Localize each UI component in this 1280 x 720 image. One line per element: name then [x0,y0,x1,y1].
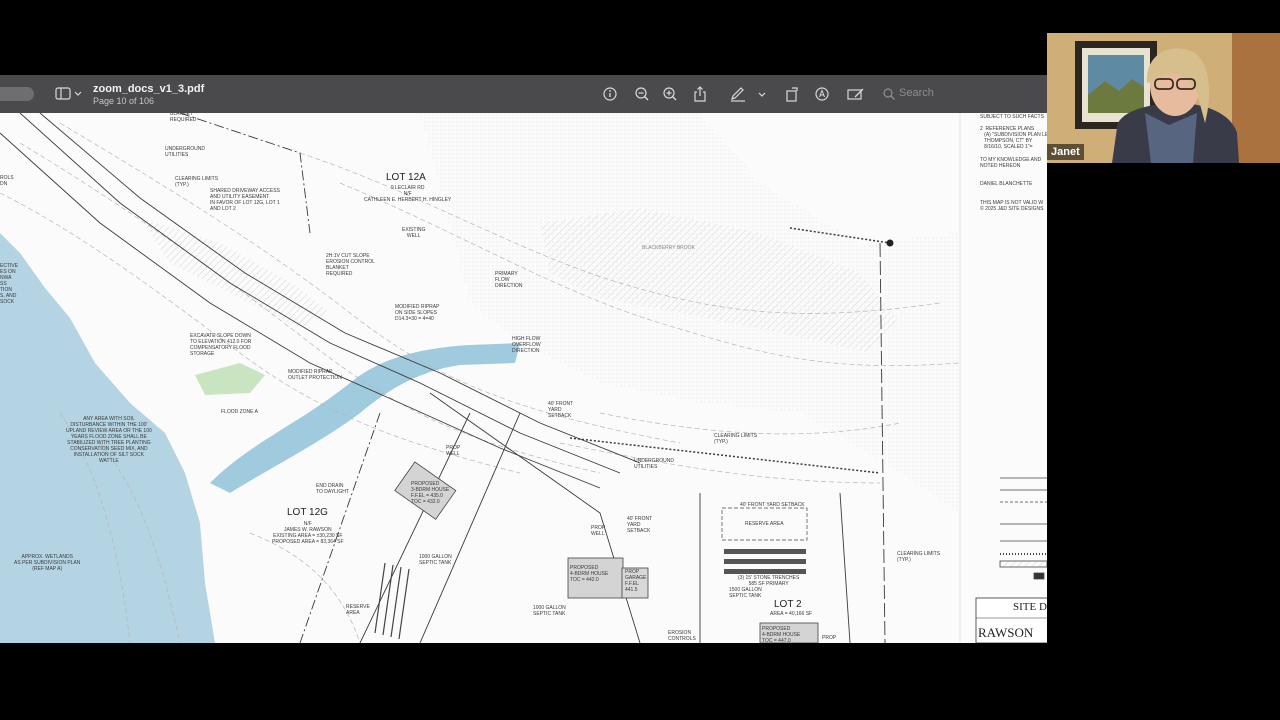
rotate-icon [786,87,798,102]
note-1500-gallon: 1500 GALLON SEPTIC TANK [729,587,762,599]
note-controls-left: ROLS DN [0,175,14,187]
note-excavate-slope: EXCAVATE SLOPE DOWN TO ELEVATION 412.0 F… [190,333,252,357]
note-prop-well-2: PROP WELL [591,525,606,537]
note-approx-wetlands: APPROX. WETLANDS AS PER SUBDIVISION PLAN… [14,554,81,572]
sidebar-icon [55,87,82,100]
annotate-icon [815,87,829,101]
note-reserve-area: RESERVE AREA [745,521,784,527]
note-prop-well: PROP WELL [446,445,461,457]
note-1000-gallon-a: 1000 GALLON SEPTIC TANK [419,554,452,566]
chevron-down-icon [758,92,766,97]
note-1000-gallon-b: 1000 GALLON SEPTIC TANK [533,605,566,617]
note-clearing-limits-1: CLEARING LIMITS (TYP.) [175,176,219,188]
title-rawson: RAWSON [978,625,1034,640]
pdf-viewer-window: zoom_docs_v1_3.pdf Page 10 of 106 Search… [0,75,1047,643]
sidebar-toggle-button[interactable] [52,84,88,104]
lot-2-label: LOT 2 [774,599,802,610]
note-modified-riprap-outlet: MODIFIED RIPRAP OUTLET PROTECTION [288,369,342,381]
note-left-edge: ECTIVE ES ON NWA SS TION S, AND SOCK [0,263,19,305]
legend-symbols [999,477,1047,580]
zoom-out-button[interactable] [632,85,652,103]
note-prop: PROP [822,635,837,641]
leaching-rows [374,562,410,640]
note-shared-driveway: SHARED DRIVEWAY ACCESS AND UTILITY EASEM… [210,188,280,212]
title-valid: THIS MAP IS NOT VALID W © 2025 J&D SITE … [980,200,1044,212]
note-front-yard-setback: 40' FRONT YARD SETBACK [740,502,805,508]
document-title-area: zoom_docs_v1_3.pdf Page 10 of 106 [93,82,204,107]
search-icon [883,88,895,100]
note-erosion-controls: EROSION CONTROLS [668,630,696,642]
title-site: SITE D [1013,601,1047,613]
preview-toolbar: zoom_docs_v1_3.pdf Page 10 of 106 Search [0,75,1047,114]
title-signer: DANIEL BLANCHETTE [980,181,1033,187]
note-underground-utilities-2: UNDERGROUND UTILITIES [634,458,674,470]
edit-form-icon [847,88,864,100]
note-prop-garage: PROP GARAGE F.F.EL 441.5 [625,569,647,593]
note-any-area: ANY AREA WITH SOIL DISTURBANCE WITHIN TH… [66,416,152,464]
note-end-drain: END DRAIN TO DAYLIGHT [316,483,349,495]
note-front-setback-40b: 40' FRONT YARD SETBACK [627,516,653,534]
note-clearing-limits-3: CLEARING LIMITS (TYP.) [897,551,941,563]
note-proposed-house-1: PROPOSED 3-BDRM HOUSE F.F.EL = 435.0 TOC… [411,481,450,505]
page-indicator: Page 10 of 106 [93,96,155,106]
note-blanket-required: BLANKET REQUIRED [170,113,197,123]
zoom-in-button[interactable] [660,85,680,103]
note-clearing-limits-2: CLEARING LIMITS (TYP.) [714,433,758,445]
info-button[interactable] [600,85,620,103]
stream-channel [210,343,520,493]
search-placeholder: Search [899,87,934,99]
search-field[interactable]: Search [880,86,990,102]
title-subject: SUBJECT TO SUCH FACTS [980,114,1044,120]
lot-12g-owner: N/F JAMES W. RAWSON EXISTING AREA = ±30,… [272,521,344,545]
title-reference: 2 REFERENCE PLANS (A) "SUBDIVISION PLAN … [980,126,1047,150]
rotate-button[interactable] [782,85,802,103]
note-blackberry-brook: BLACKBERRY BROOK [642,245,695,251]
lot-12g-label: LOT 12G [287,507,328,518]
markup-menu-button[interactable] [756,85,768,103]
share-button[interactable] [690,85,710,103]
note-proposed-house-2: PROPOSED 4-BDRM HOUSE TOC = 442.0 [570,565,609,583]
lot-12a-label: LOT 12A [386,172,426,183]
markup-button[interactable] [728,85,748,103]
annotate-button[interactable] [812,85,832,103]
markup-pen-icon [731,87,745,102]
note-front-setback-40: 40' FRONT YARD SETBACK [548,401,574,419]
note-cut-slope: 2H:1V CUT SLOPE EROSION CONTROL BLANKET … [326,253,375,277]
participant-name: Janet [1047,144,1084,160]
share-icon [694,86,706,102]
lot-2-area: AREA = 40,166 SF [770,611,813,617]
site-plan-drawing [0,113,1047,643]
document-title: zoom_docs_v1_3.pdf [93,83,205,95]
lot-12a-owner: 9 LECLAIR RD N/F CATHLEEN E. HERBERT H. … [364,185,452,203]
note-primary-flow: PRIMARY FLOW DIRECTION [495,271,523,289]
note-stone-trenches: (3) 15' STONE TRENCHES 585 SF PRIMARY [738,575,800,587]
zoom-out-icon [635,87,649,101]
stone-trenches [724,549,806,574]
pdf-page-site-plan[interactable]: LOT 12A 9 LECLAIR RD N/F CATHLEEN E. HER… [0,113,1047,643]
info-icon [603,87,617,101]
window-controls[interactable] [0,87,34,101]
property-corner-marker [886,239,894,247]
title-knowledge: TO MY KNOWLEDGE AND NOTED HEREON [980,157,1042,169]
note-reserve-area-2: RESERVE AREA [346,604,370,616]
note-high-flow: HIGH FLOW OVERFLOW DIRECTION [512,336,541,354]
note-modified-riprap-slopes: MODIFIED RIPRAP ON SIDE SLOPES D14.3=30 … [395,304,440,322]
note-flood-zone-a: FLOOD ZONE A [221,409,258,415]
fill-form-button[interactable] [846,85,866,103]
compensatory-storage-area [195,363,265,395]
zoom-in-icon [663,87,677,101]
note-existing-well: EXISTING WELL [402,227,426,239]
note-underground-utilities: UNDERGROUND UTILITIES [165,146,205,158]
note-proposed-house-3: PROPOSED 4-BDRM HOUSE TOC = 447.0 [762,626,801,643]
